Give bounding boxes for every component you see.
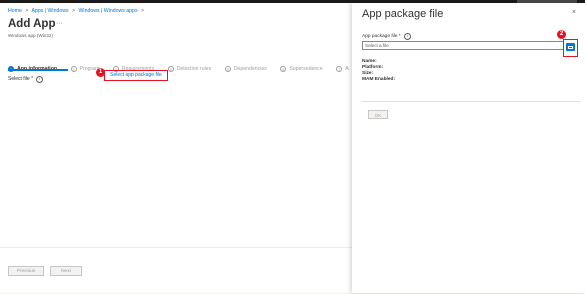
step-dependencies[interactable]: 5 Dependencies bbox=[224, 66, 267, 72]
breadcrumb-separator: > bbox=[141, 8, 145, 14]
breadcrumb-windows-apps[interactable]: Windows | Windows apps bbox=[79, 8, 138, 14]
platform-label: Platform: bbox=[362, 65, 384, 70]
app-package-file-label: App package file * i bbox=[362, 33, 411, 40]
page-subtitle: Windows app (Win32) bbox=[8, 33, 53, 38]
step-assignments[interactable]: 7A bbox=[336, 66, 349, 72]
app-package-file-panel: App package file × App package file * i S… bbox=[352, 3, 585, 293]
step-label: Supersedence bbox=[289, 66, 323, 72]
select-file-label: Select file * i bbox=[8, 76, 44, 83]
step-supersedence[interactable]: 6 Supersedence bbox=[280, 66, 323, 72]
callout-badge-2: 2 bbox=[557, 30, 566, 39]
name-label: Name: bbox=[362, 59, 377, 64]
step-number: 7 bbox=[336, 66, 343, 72]
divider bbox=[362, 101, 580, 102]
breadcrumb-separator: > bbox=[25, 8, 29, 14]
step-label: A bbox=[345, 66, 349, 72]
info-icon[interactable]: i bbox=[36, 76, 44, 83]
field-label-text: App package file * bbox=[362, 34, 401, 39]
select-app-package-file-link[interactable]: Select app package file bbox=[104, 70, 168, 81]
step-label: Dependencies bbox=[233, 66, 267, 72]
folder-icon bbox=[568, 45, 573, 49]
info-icon[interactable]: i bbox=[403, 33, 411, 40]
wizard-footer: Previous Next bbox=[0, 247, 352, 294]
previous-button[interactable]: Previous bbox=[8, 266, 44, 276]
mam-enabled-label: MAM Enabled: bbox=[362, 77, 396, 82]
active-step-underline bbox=[8, 69, 68, 71]
step-number: 4 bbox=[167, 66, 174, 72]
select-file-text: Select file * bbox=[8, 76, 34, 82]
browse-folder-button[interactable] bbox=[566, 43, 575, 51]
next-button[interactable]: Next bbox=[50, 266, 82, 276]
add-app-pane: Home > Apps | Windows > Windows | Window… bbox=[0, 3, 352, 293]
size-label: Size: bbox=[362, 71, 374, 76]
ok-button[interactable]: OK bbox=[368, 110, 388, 119]
close-icon[interactable]: × bbox=[572, 9, 576, 16]
step-label: Detection rules bbox=[176, 66, 212, 72]
page-title: Add App bbox=[8, 18, 56, 30]
breadcrumb-home[interactable]: Home bbox=[8, 8, 22, 14]
wizard-steps: 1App information 2Program 3Requirements … bbox=[8, 58, 358, 72]
step-number: 5 bbox=[224, 66, 231, 72]
step-number: 2 bbox=[70, 66, 77, 72]
breadcrumb-separator: > bbox=[72, 8, 76, 14]
file-input[interactable]: Select a file bbox=[362, 41, 564, 50]
ellipsis-icon[interactable]: ··· bbox=[56, 20, 63, 27]
step-detection-rules[interactable]: 4 Detection rules bbox=[167, 66, 212, 72]
step-number: 6 bbox=[280, 66, 287, 72]
panel-title: App package file bbox=[362, 8, 444, 20]
breadcrumb: Home > Apps | Windows > Windows | Window… bbox=[8, 8, 146, 14]
breadcrumb-apps-windows[interactable]: Apps | Windows bbox=[31, 8, 68, 14]
